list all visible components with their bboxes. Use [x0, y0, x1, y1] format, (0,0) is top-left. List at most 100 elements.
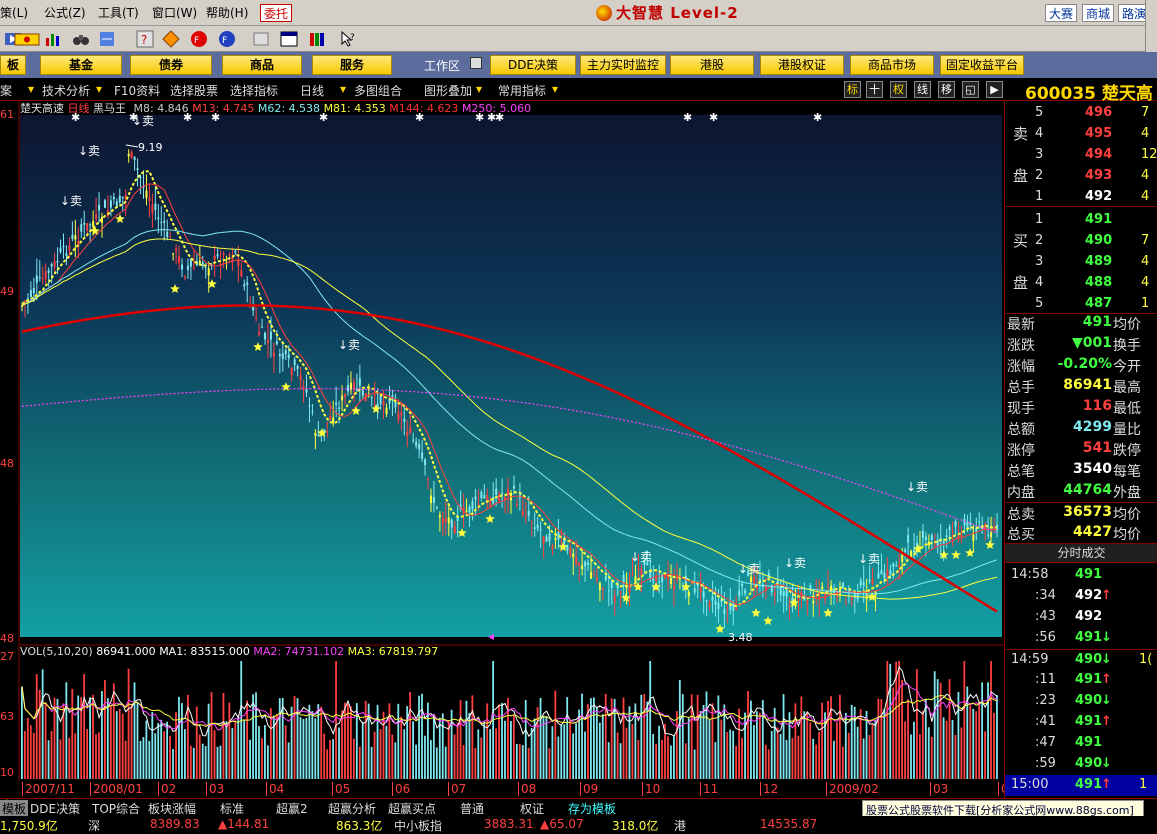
template-tab[interactable]: 权证 — [520, 800, 544, 817]
volume-bar — [518, 744, 521, 779]
menu-tools[interactable]: 工具(T) — [98, 4, 139, 21]
nav-dde-button[interactable]: DDE决策 — [490, 55, 576, 75]
nav-fund-button[interactable]: 基金 — [40, 55, 122, 75]
weituo-button[interactable]: 委托 — [260, 4, 293, 22]
subbar-tech-analysis[interactable]: 技术分析 — [42, 82, 90, 99]
volume-bar — [865, 710, 868, 779]
subbar-common-indicator[interactable]: 常用指标 — [498, 82, 546, 99]
order-book-row[interactable]: 3 489 4 — [1005, 252, 1157, 273]
order-book-row[interactable]: 5 487 1 — [1005, 294, 1157, 315]
window-icon[interactable] — [280, 30, 298, 48]
window-scrollbar[interactable] — [1145, 0, 1157, 52]
template-tab[interactable]: TOP综合 — [92, 800, 140, 817]
chart-tool-icon[interactable] — [44, 30, 62, 48]
help-icon[interactable]: ? — [136, 30, 154, 48]
volume-bar — [347, 703, 349, 779]
candle-body — [797, 598, 800, 601]
volume-bar — [323, 733, 326, 779]
nav-hk-button[interactable]: 港股 — [670, 55, 754, 75]
volume-bar — [243, 719, 246, 779]
nav-hk-warrant-button[interactable]: 港股权证 — [760, 55, 844, 75]
order-book-row[interactable]: 5 496 7 — [1005, 103, 1157, 124]
books-icon[interactable] — [308, 30, 326, 48]
nav-commodity-market-button[interactable]: 商品市场 — [850, 55, 934, 75]
window-toggle-icon[interactable]: ◱ — [962, 81, 979, 98]
subbar-daily[interactable]: 日线 — [300, 82, 324, 99]
menu-window[interactable]: 窗口(W) — [152, 4, 197, 21]
f10-icon[interactable]: F — [190, 30, 208, 48]
candle-body — [204, 267, 207, 269]
subbar-case[interactable]: 案 — [0, 82, 12, 99]
subbar-overlay[interactable]: 图形叠加 — [424, 82, 472, 99]
template-tab[interactable]: DDE决策 — [30, 800, 80, 817]
template-tab[interactable]: 存为模板 — [568, 800, 616, 817]
order-book-row[interactable]: 1 492 4 — [1005, 187, 1157, 208]
volume-bar — [916, 669, 918, 779]
subbar-f10[interactable]: F10资料 — [114, 82, 160, 99]
candle-body — [726, 607, 729, 609]
template-tab[interactable]: 板块涨幅 — [148, 800, 196, 817]
notes-icon[interactable] — [252, 30, 270, 48]
order-book-row[interactable]: 4 495 4 — [1005, 124, 1157, 145]
volume-bar — [945, 720, 948, 779]
volume-bar — [601, 714, 604, 779]
candle-body — [278, 354, 281, 357]
subbar-select-stock[interactable]: 选择股票 — [170, 82, 218, 99]
f11-icon[interactable]: F — [218, 30, 236, 48]
volume-bar — [708, 719, 711, 779]
order-book-row[interactable]: 1 491 — [1005, 210, 1157, 231]
rights-button[interactable]: 权 — [890, 81, 907, 98]
order-book-row[interactable]: 2 490 7 — [1005, 231, 1157, 252]
workspace-dropdown-icon[interactable] — [470, 57, 482, 69]
diamond-icon[interactable] — [162, 30, 180, 48]
line-button[interactable]: 线 — [914, 81, 931, 98]
kline-chart[interactable]: ↓卖↓卖↓卖↓卖↓卖↓卖 ↓卖 ↓卖↓卖✱ ✱ ✱ ✱ ✱ ✱ ✱ ✱✱ ✱ ✱ ✱9.193.48 — [0, 101, 1004, 799]
binoculars-icon[interactable] — [72, 30, 90, 48]
candle-body — [687, 591, 690, 597]
nav-main-monitor-button[interactable]: 主力实时监控 — [580, 55, 666, 75]
menu-policy[interactable]: 策(L) — [0, 4, 28, 21]
nav-bond-button[interactable]: 债券 — [130, 55, 212, 75]
next-icon[interactable]: ▶ — [986, 81, 1003, 98]
nav-fixed-income-button[interactable]: 固定收益平台 — [940, 55, 1024, 75]
mall-button[interactable]: 商城 — [1082, 4, 1115, 22]
template-tab[interactable]: 模板 — [0, 800, 29, 817]
volume-bar — [554, 690, 557, 779]
order-book-row[interactable]: 2 493 4 — [1005, 166, 1157, 187]
candle-body — [68, 245, 71, 251]
volume-bar — [794, 703, 797, 779]
menu-help[interactable]: 帮助(H) — [206, 4, 248, 21]
subbar-multi-chart[interactable]: 多图组合 — [354, 82, 402, 99]
mark-button[interactable]: 标 — [844, 81, 861, 98]
template-tab[interactable]: 超赢买点 — [388, 800, 436, 817]
crosshair-icon[interactable]: 十 — [866, 81, 883, 98]
pointer-help-icon[interactable]: ? — [340, 30, 358, 48]
volume-bar — [465, 700, 468, 779]
level-number: 2 — [1035, 168, 1044, 183]
candle-body — [373, 394, 376, 396]
candle-body — [258, 332, 261, 335]
template-tab[interactable]: 超赢分析 — [328, 800, 376, 817]
template-tab[interactable]: 标准 — [220, 800, 244, 817]
template-tab[interactable]: 超赢2 — [276, 800, 308, 817]
volume-bar — [948, 679, 951, 779]
move-button[interactable]: 移 — [938, 81, 955, 98]
flag-icon[interactable] — [14, 30, 40, 48]
candle-body — [693, 588, 696, 593]
template-tab[interactable]: 普通 — [460, 800, 484, 817]
ticks-list[interactable]: 14:58 491:34 492 ↑:43 492:56 491 ↓ 14:59 490 ↓ 1(:… — [1005, 563, 1157, 799]
candle-body — [708, 602, 711, 607]
menu-formula[interactable]: 公式(Z) — [44, 4, 86, 21]
nav-plate-button[interactable]: 板 — [0, 55, 26, 75]
volume-bar — [308, 704, 311, 779]
order-book-row[interactable]: 3 494 12 — [1005, 145, 1157, 166]
candle-body — [447, 517, 450, 524]
nav-service-button[interactable]: 服务 — [312, 55, 392, 75]
order-book-row[interactable]: 4 488 4 — [1005, 273, 1157, 294]
subbar-select-indicator[interactable]: 选择指标 — [230, 82, 278, 99]
network-icon[interactable] — [98, 30, 116, 48]
order-price: 494 — [1085, 147, 1113, 162]
nav-commodity-button[interactable]: 商品 — [222, 55, 302, 75]
candle-body — [264, 332, 267, 340]
contest-button[interactable]: 大赛 — [1045, 4, 1078, 22]
